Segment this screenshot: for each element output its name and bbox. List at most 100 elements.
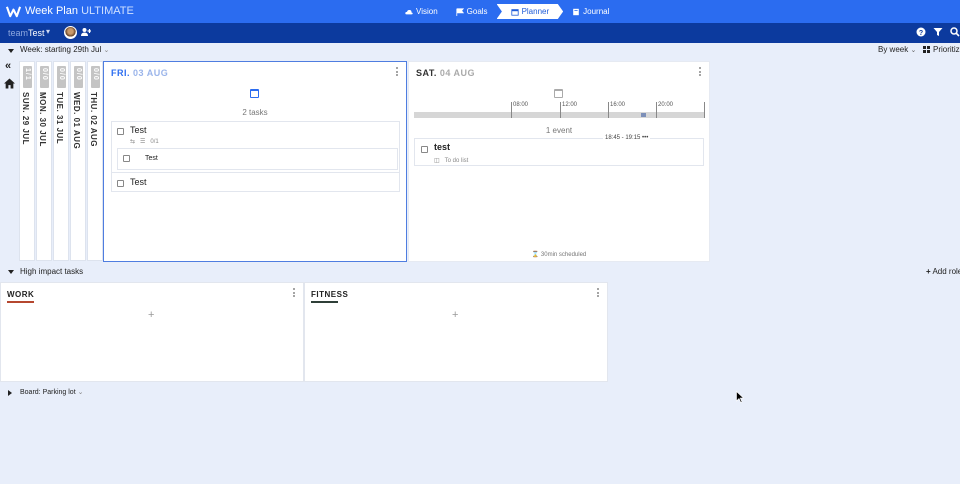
day-label: THU. 02 AUG [89, 92, 98, 147]
timeline-event-marker[interactable] [641, 113, 646, 117]
chevron-down-icon: ⌄ [77, 389, 84, 396]
subtask-title[interactable]: Test [145, 155, 158, 162]
nav-journal[interactable]: Journal [563, 4, 618, 19]
task-card[interactable]: Test [111, 172, 400, 192]
day-date: 04 AUG [439, 68, 476, 78]
day-column-sun[interactable]: 1/1 SUN. 29 JUL [19, 61, 35, 261]
subtask-count: 0/1 [150, 138, 159, 145]
team-bar: team Test ▾ ? [0, 23, 960, 43]
day-date: 03 AUG [133, 68, 169, 78]
week-selector[interactable]: Week: starting 29th Jul ⌄ [20, 45, 109, 54]
list-icon: ◫ [434, 158, 440, 164]
add-user-icon[interactable] [81, 27, 91, 37]
day-panel-fri[interactable]: FRI. 03 AUG 2 tasks Test ⇆ ☰ 0/1 Test Te… [103, 61, 407, 262]
event-checkbox[interactable] [421, 146, 428, 153]
top-bar: Week Plan ULTIMATE Vision Goals Planner … [0, 0, 960, 23]
view-label: By week [878, 45, 909, 54]
prioritize-label: Prioritize [933, 45, 960, 54]
role-title: WORK [7, 290, 35, 299]
timeline-tick [511, 102, 512, 118]
subtask-checkbox[interactable] [123, 155, 130, 162]
app-name: Week Plan [25, 5, 78, 17]
prioritize-button[interactable]: Prioritize [923, 45, 960, 54]
role-color-bar [7, 301, 34, 303]
timeline-label: 12:00 [562, 102, 578, 108]
day-column-thu[interactable]: 0/0 THU. 02 AUG [87, 61, 103, 261]
high-impact-header: High impact tasks + Add role [0, 266, 960, 278]
search-icon[interactable] [950, 27, 960, 37]
flag-icon [456, 7, 464, 16]
day-column-mon[interactable]: 0/0 MON. 30 JUL [36, 61, 52, 261]
filter-icon[interactable] [933, 27, 943, 37]
avatar[interactable] [64, 26, 77, 39]
calendar-add-icon[interactable] [554, 89, 563, 98]
grid-icon [923, 46, 930, 53]
high-impact-label: High impact tasks [20, 267, 84, 276]
add-role-button[interactable]: + Add role [926, 267, 960, 276]
calendar-add-icon[interactable] [250, 89, 259, 98]
day-label: WED. 01 AUG [72, 92, 81, 150]
timeline-label: 20:00 [658, 102, 674, 108]
plus-icon: + [926, 267, 931, 276]
nav-vision[interactable]: Vision [396, 4, 447, 19]
task-title[interactable]: Test [130, 125, 147, 135]
event-card[interactable]: test ◫ To do list [414, 138, 704, 166]
kebab-menu-icon[interactable] [699, 67, 702, 76]
role-board-work[interactable]: WORK + [0, 282, 304, 382]
day-column-tue[interactable]: 0/0 TUE. 31 JUL [53, 61, 69, 261]
task-count: 1/1 [24, 68, 31, 81]
task-count: 0/0 [75, 68, 82, 81]
collapse-sidebar-icon[interactable]: « [5, 60, 11, 72]
view-selector[interactable]: By week ⌄ [878, 45, 916, 54]
timeline-tick [704, 102, 705, 118]
kebab-menu-icon[interactable] [597, 288, 600, 297]
task-checkbox[interactable] [117, 180, 124, 187]
scheduled-summary: ⌛ 30min scheduled [409, 251, 709, 258]
link-icon: ⇆ [130, 139, 136, 145]
toolbar-icons: ? [916, 27, 960, 37]
parking-lot-selector[interactable]: Board: Parking lot ⌄ [20, 388, 83, 396]
add-task-icon[interactable]: + [452, 309, 458, 321]
day-panel-sat[interactable]: SAT. 04 AUG 08:00 12:00 16:00 20:00 1 ev… [408, 61, 710, 262]
chevron-down-icon: ⌄ [910, 47, 917, 54]
collapse-high-impact-icon[interactable] [8, 270, 14, 274]
task-count-label: 2 tasks [242, 108, 268, 117]
task-card[interactable]: Test ⇆ ☰ 0/1 Test [111, 121, 400, 174]
team-caret-icon[interactable]: ▾ [46, 27, 50, 36]
role-title: FITNESS [311, 290, 349, 299]
kebab-menu-icon[interactable] [396, 67, 399, 76]
role-board-fitness[interactable]: FITNESS + [304, 282, 608, 382]
event-title[interactable]: test [434, 142, 450, 152]
subtask-card[interactable]: Test [117, 148, 398, 170]
day-column-wed[interactable]: 0/0 WED. 01 AUG [70, 61, 86, 261]
collapse-week-icon[interactable] [8, 49, 14, 53]
week-label: Week: starting 29th Jul [20, 45, 102, 54]
day-timeline[interactable]: 08:00 12:00 16:00 20:00 [414, 100, 705, 120]
app-edition: ULTIMATE [81, 5, 134, 17]
task-count-stamp: 0/0 [57, 66, 66, 88]
day-title: SAT. 04 AUG [416, 68, 475, 78]
home-icon[interactable] [4, 78, 15, 89]
task-checkbox[interactable] [117, 128, 124, 135]
parking-lot-label: Board: Parking lot [20, 389, 76, 396]
help-icon[interactable]: ? [916, 27, 926, 37]
task-count-stamp: 1/1 [23, 66, 32, 88]
expand-parking-icon[interactable] [8, 390, 12, 396]
kebab-menu-icon[interactable] [293, 288, 296, 297]
week-plan-logo-icon[interactable] [6, 4, 21, 19]
parking-lot-header[interactable]: Board: Parking lot ⌄ [0, 388, 300, 400]
book-icon [573, 8, 579, 15]
team-name[interactable]: Test [28, 28, 45, 38]
add-task-icon[interactable]: + [148, 309, 154, 321]
event-count-label: 1 event [545, 126, 573, 135]
event-time-label: 18:45 - 19:15 [605, 135, 641, 141]
main-nav: Vision Goals Planner Journal [396, 4, 618, 19]
task-title[interactable]: Test [130, 177, 147, 187]
nav-goals[interactable]: Goals [447, 4, 497, 19]
event-more-icon[interactable]: ••• [642, 135, 648, 141]
nav-planner-label: Planner [521, 7, 550, 16]
team-prefix: team [8, 28, 29, 38]
hourglass-icon: ⌛ [531, 252, 540, 258]
nav-planner[interactable]: Planner [496, 4, 564, 19]
event-list: To do list [444, 157, 469, 164]
